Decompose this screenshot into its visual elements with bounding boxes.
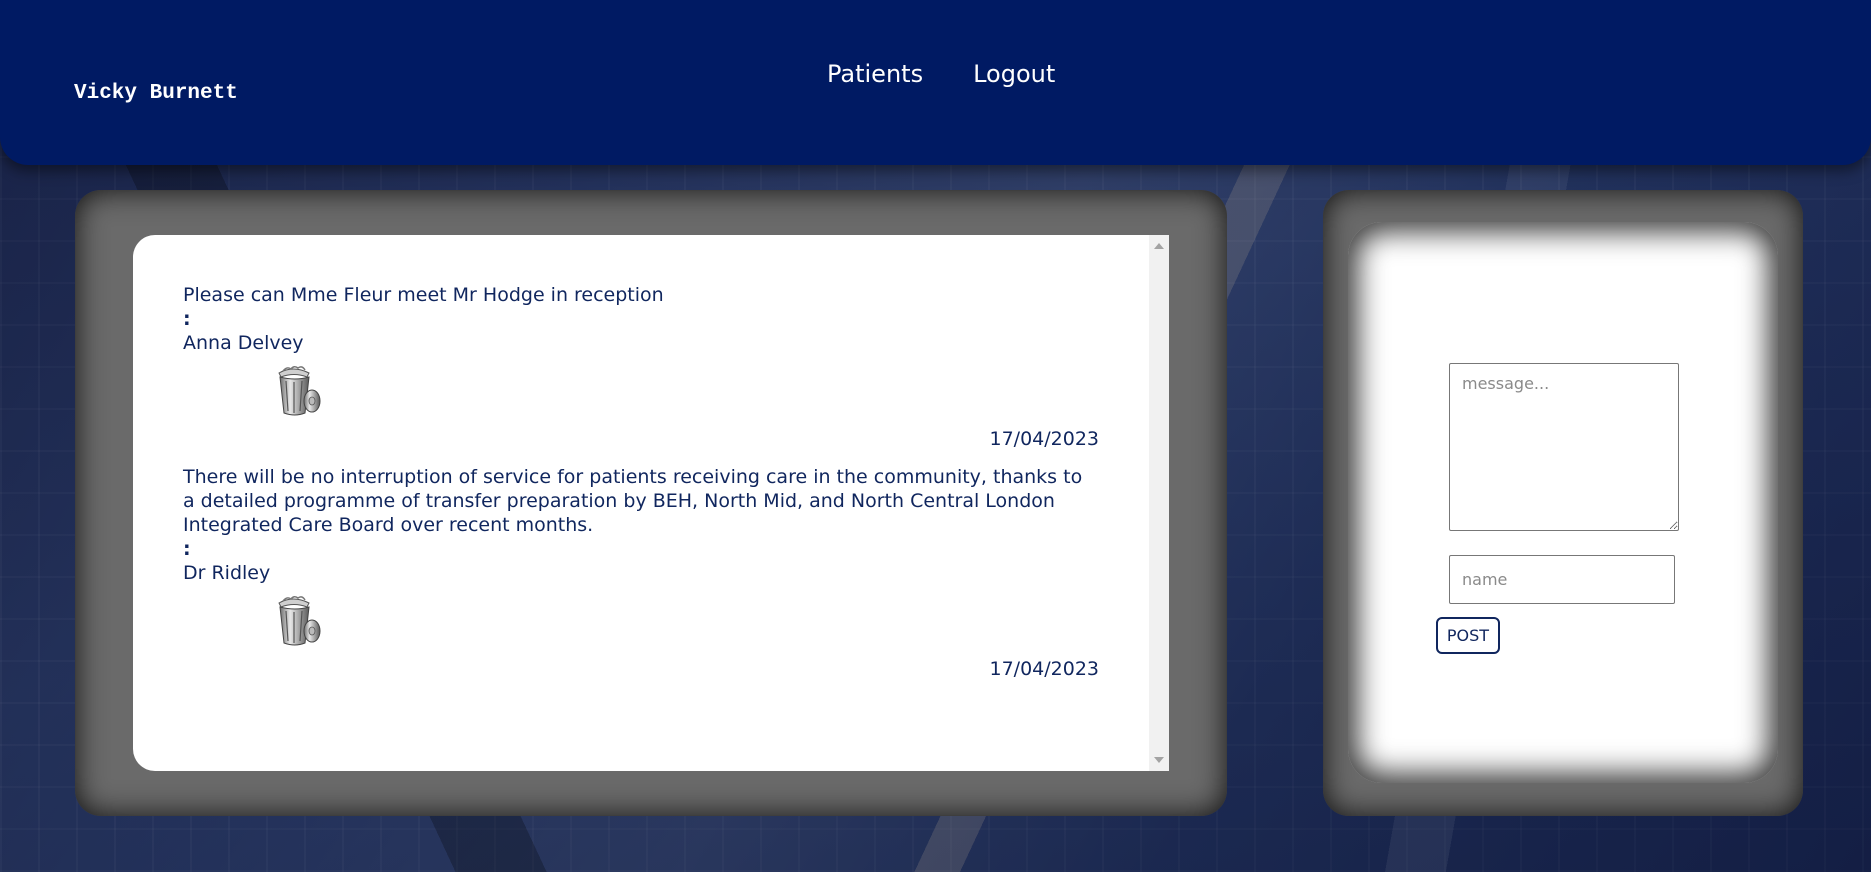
message-date: 17/04/2023 xyxy=(989,428,1099,450)
nav-logout-link[interactable]: Logout xyxy=(973,60,1055,88)
post-button[interactable]: POST xyxy=(1436,617,1500,654)
message-input[interactable] xyxy=(1449,363,1679,531)
messages-list: Please can Mme Fleur meet Mr Hodge in re… xyxy=(133,235,1169,771)
message-item: Please can Mme Fleur meet Mr Hodge in re… xyxy=(183,283,1099,451)
message-author: Anna Delvey xyxy=(183,332,304,354)
messages-scrollbar[interactable] xyxy=(1149,235,1169,771)
top-header: Vicky Burnett Patients Logout xyxy=(0,0,1871,165)
message-separator: : xyxy=(183,308,191,330)
message-author: Dr Ridley xyxy=(183,562,271,584)
scroll-up-arrow-icon[interactable] xyxy=(1154,243,1164,249)
scroll-down-arrow-icon[interactable] xyxy=(1154,757,1164,763)
message-text: Please can Mme Fleur meet Mr Hodge in re… xyxy=(183,284,664,306)
message-date: 17/04/2023 xyxy=(989,658,1099,680)
message-separator: : xyxy=(183,538,191,560)
trash-can-icon[interactable] xyxy=(271,593,327,649)
main-nav: Patients Logout xyxy=(827,60,1055,88)
nav-patients-link[interactable]: Patients xyxy=(827,60,923,88)
message-item: There will be no interruption of service… xyxy=(183,465,1099,681)
message-text: There will be no interruption of service… xyxy=(183,466,1083,536)
messages-scroll-area[interactable]: Please can Mme Fleur meet Mr Hodge in re… xyxy=(133,235,1149,771)
user-name: Vicky Burnett xyxy=(74,82,238,105)
name-input[interactable] xyxy=(1449,555,1675,604)
trash-can-icon[interactable] xyxy=(271,363,327,419)
